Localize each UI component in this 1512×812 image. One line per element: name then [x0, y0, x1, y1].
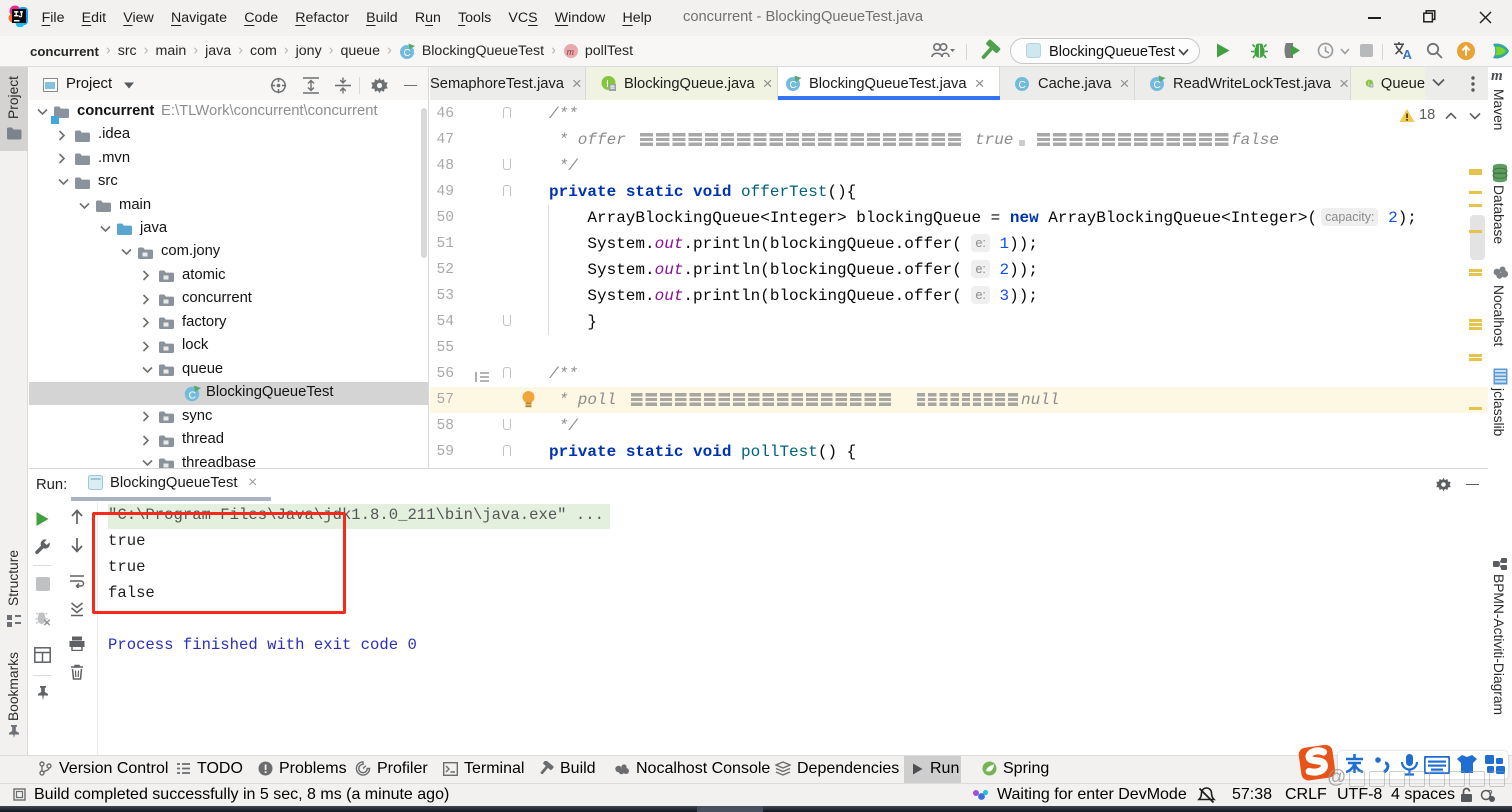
svg-text:I: I [606, 79, 609, 90]
svg-text:C: C [403, 48, 410, 59]
svg-text:I: I [1368, 81, 1369, 87]
svg-text:A: A [1403, 47, 1413, 61]
svg-text:m: m [566, 47, 574, 58]
svg-text:C: C [1019, 80, 1026, 91]
